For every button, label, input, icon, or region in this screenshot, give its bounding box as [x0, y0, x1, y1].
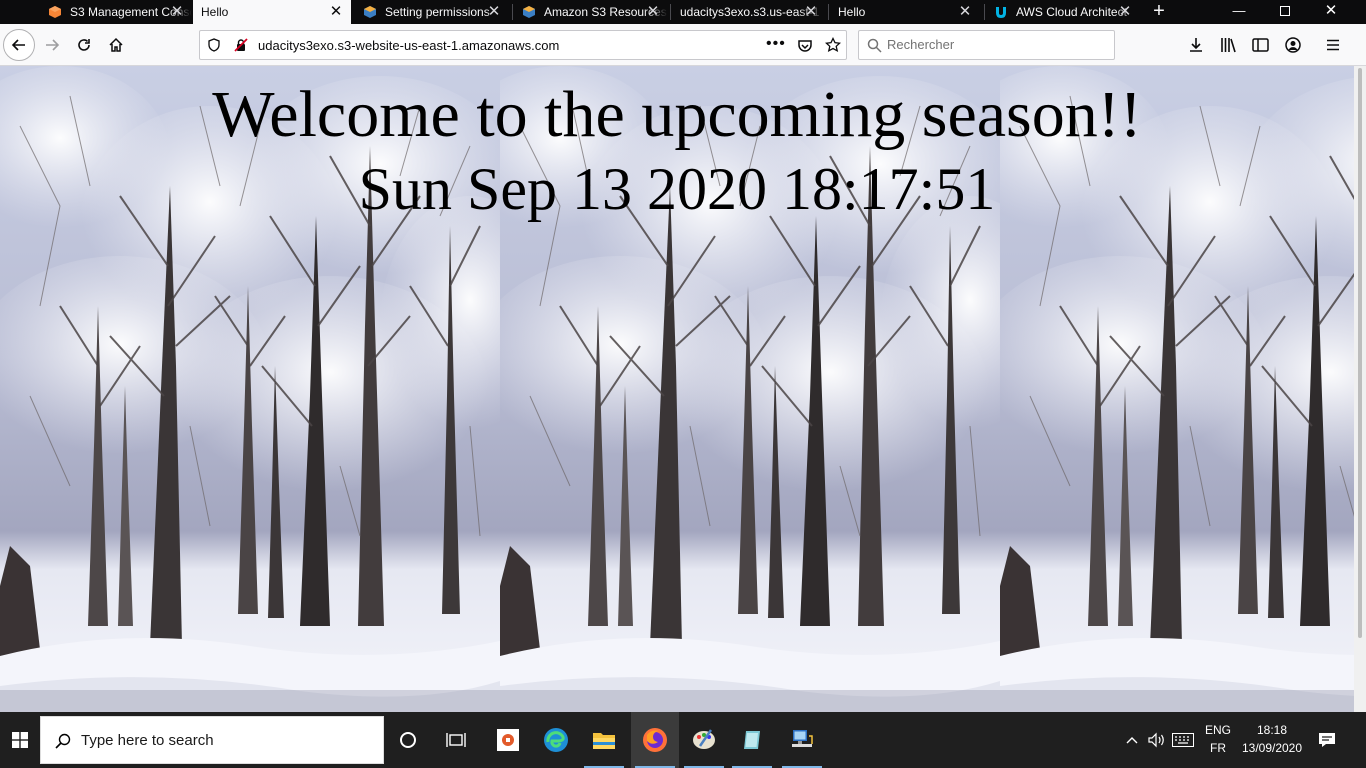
tab-separator [828, 4, 829, 20]
taskbar-file-explorer[interactable] [580, 712, 628, 768]
welcome-title: Welcome to the upcoming season!! [212, 78, 1142, 151]
search-input[interactable] [887, 37, 1107, 52]
chevron-up-icon [1126, 737, 1138, 744]
back-button[interactable] [3, 29, 35, 61]
close-tab-icon[interactable]: ✕ [168, 3, 186, 21]
taskbar-edge[interactable] [532, 712, 580, 768]
page-content: Welcome to the upcoming season!! Sun Sep… [0, 66, 1354, 712]
close-tab-icon[interactable]: ✕ [644, 3, 662, 21]
taskbar-app-tile[interactable] [484, 712, 532, 768]
show-hidden-icons-button[interactable] [1122, 712, 1142, 768]
page-actions-icon[interactable]: ••• [766, 35, 786, 53]
maximize-icon[interactable] [1262, 0, 1308, 24]
bookmark-star-icon[interactable] [825, 37, 841, 53]
tab-aws-cloud-architect[interactable]: AWS Cloud Architect ✕ [986, 0, 1140, 24]
library-icon[interactable] [1220, 37, 1238, 53]
taskbar-firefox[interactable] [631, 712, 679, 768]
minimize-icon[interactable]: — [1216, 0, 1262, 24]
notification-icon [1319, 733, 1335, 747]
navigation-toolbar: udacitys3exo.s3-website-us-east-1.amazon… [0, 24, 1366, 66]
windows-logo-icon [12, 732, 28, 748]
tab-udacitys3exo[interactable]: udacitys3exo.s3.us-east-1 ✕ [672, 0, 826, 24]
url-text[interactable]: udacitys3exo.s3-website-us-east-1.amazon… [258, 38, 559, 53]
touch-keyboard-button[interactable] [1170, 712, 1196, 768]
close-tab-icon[interactable]: ✕ [327, 3, 345, 21]
aws-docs-icon [364, 6, 376, 18]
insecure-lock-icon[interactable] [234, 38, 248, 52]
tab-amazon-s3-resources[interactable]: Amazon S3 Resources ✕ [514, 0, 668, 24]
menu-hamburger-icon[interactable] [1326, 38, 1340, 52]
taskbar-remote-desktop[interactable] [778, 712, 826, 768]
input-language-indicator[interactable]: ENG FR [1198, 721, 1238, 757]
close-tab-icon[interactable]: ✕ [956, 3, 974, 21]
cortana-button[interactable] [384, 712, 432, 768]
shield-icon[interactable] [207, 38, 221, 52]
reload-icon [78, 39, 90, 51]
tab-setting-permissions[interactable]: Setting permissions ✕ [355, 0, 509, 24]
forward-button[interactable] [38, 31, 66, 59]
cortana-circle-icon [400, 732, 416, 748]
taskbar-search-box[interactable] [40, 716, 384, 764]
search-icon [55, 733, 71, 749]
speaker-icon [1148, 732, 1164, 748]
notebook-icon [744, 731, 760, 749]
clock-time: 18:18 [1256, 723, 1288, 737]
folder-icon [593, 733, 615, 749]
tab-hello[interactable]: Hello ✕ [830, 0, 980, 24]
close-tab-icon[interactable]: ✕ [485, 3, 503, 21]
language-primary: ENG [1204, 723, 1231, 737]
taskbar-clock[interactable]: 18:18 13/09/2020 [1236, 721, 1308, 757]
tab-s3-management[interactable]: S3 Management Console ✕ [40, 0, 192, 24]
taskbar-search-input[interactable] [81, 732, 371, 749]
start-button[interactable] [0, 712, 40, 768]
windows-taskbar: ENG FR 18:18 13/09/2020 [0, 712, 1366, 768]
edge-browser-icon [544, 728, 568, 752]
tab-hello-active[interactable]: Hello ✕ [193, 0, 351, 24]
vertical-scrollbar[interactable] [1354, 66, 1366, 712]
current-datetime: Sun Sep 13 2020 18:17:51 [358, 156, 996, 222]
action-center-button[interactable] [1312, 712, 1342, 768]
paint-palette-icon [693, 729, 715, 749]
account-icon[interactable] [1285, 37, 1301, 53]
back-arrow-icon [11, 39, 25, 51]
volume-button[interactable] [1144, 712, 1168, 768]
keyboard-icon [1172, 733, 1194, 747]
page-heading: Welcome to the upcoming season!! Sun Sep… [0, 80, 1354, 224]
home-icon [109, 37, 123, 52]
network-computer-icon [792, 730, 813, 747]
reload-button[interactable] [70, 31, 98, 59]
downloads-icon[interactable] [1188, 37, 1204, 53]
tab-separator [984, 4, 985, 20]
close-window-icon[interactable]: ✕ [1308, 0, 1354, 24]
aws-s3-icon [49, 6, 61, 18]
app-tile-icon [497, 729, 519, 751]
taskbar-notepad[interactable] [728, 712, 776, 768]
scrollbar-thumb[interactable] [1358, 68, 1362, 638]
task-view-icon [446, 733, 466, 747]
address-bar[interactable]: udacitys3exo.s3-website-us-east-1.amazon… [199, 30, 847, 60]
forward-arrow-icon [46, 39, 60, 51]
udacity-icon [996, 7, 1006, 18]
search-bar[interactable] [858, 30, 1115, 60]
aws-docs-icon [523, 6, 535, 18]
clock-date: 13/09/2020 [1241, 741, 1303, 755]
home-button[interactable] [102, 31, 130, 59]
tab-separator [512, 4, 513, 20]
task-view-button[interactable] [432, 712, 480, 768]
pocket-icon[interactable] [797, 38, 813, 54]
close-tab-icon[interactable]: ✕ [1116, 3, 1134, 21]
taskbar-paint[interactable] [680, 712, 728, 768]
tab-separator [670, 4, 671, 20]
language-secondary: FR [1210, 741, 1226, 755]
close-tab-icon[interactable]: ✕ [802, 3, 820, 21]
sidebar-icon[interactable] [1252, 37, 1269, 53]
new-tab-icon[interactable]: + [1146, 0, 1172, 24]
firefox-icon [643, 728, 667, 752]
tab-strip: S3 Management Console ✕ Hello ✕ Setting … [0, 0, 1366, 24]
search-icon [867, 38, 882, 53]
